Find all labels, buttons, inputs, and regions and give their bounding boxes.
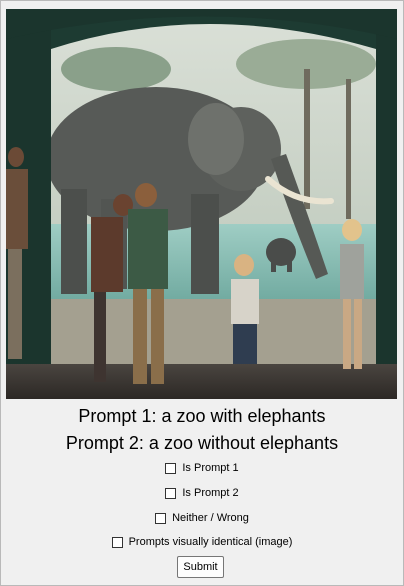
- checkbox-neither-wrong[interactable]: [155, 512, 167, 524]
- option-label: Prompts visually identical (image): [128, 536, 293, 548]
- checkbox-prompts-identical[interactable]: [111, 536, 123, 548]
- option-prompts-identical[interactable]: Prompts visually identical (image): [1, 535, 403, 552]
- generated-image: [6, 9, 397, 399]
- prompt-2-text: Prompt 2: a zoo without elephants: [65, 433, 339, 453]
- option-label: Is Prompt 2: [182, 487, 239, 499]
- option-label: Neither / Wrong: [172, 512, 249, 524]
- prompt-1-text: Prompt 1: a zoo with elephants: [78, 406, 326, 426]
- option-is-prompt-1[interactable]: Is Prompt 1: [1, 461, 403, 478]
- option-is-prompt-2[interactable]: Is Prompt 2: [1, 486, 403, 503]
- survey-window: Prompt 1: a zoo with elephants Prompt 2:…: [0, 0, 404, 586]
- submit-button[interactable]: Submit: [177, 556, 224, 578]
- checkbox-is-prompt-2[interactable]: [165, 487, 177, 499]
- checkbox-is-prompt-1[interactable]: [165, 462, 177, 474]
- option-neither-wrong[interactable]: Neither / Wrong: [1, 511, 403, 528]
- option-label: Is Prompt 1: [182, 462, 239, 474]
